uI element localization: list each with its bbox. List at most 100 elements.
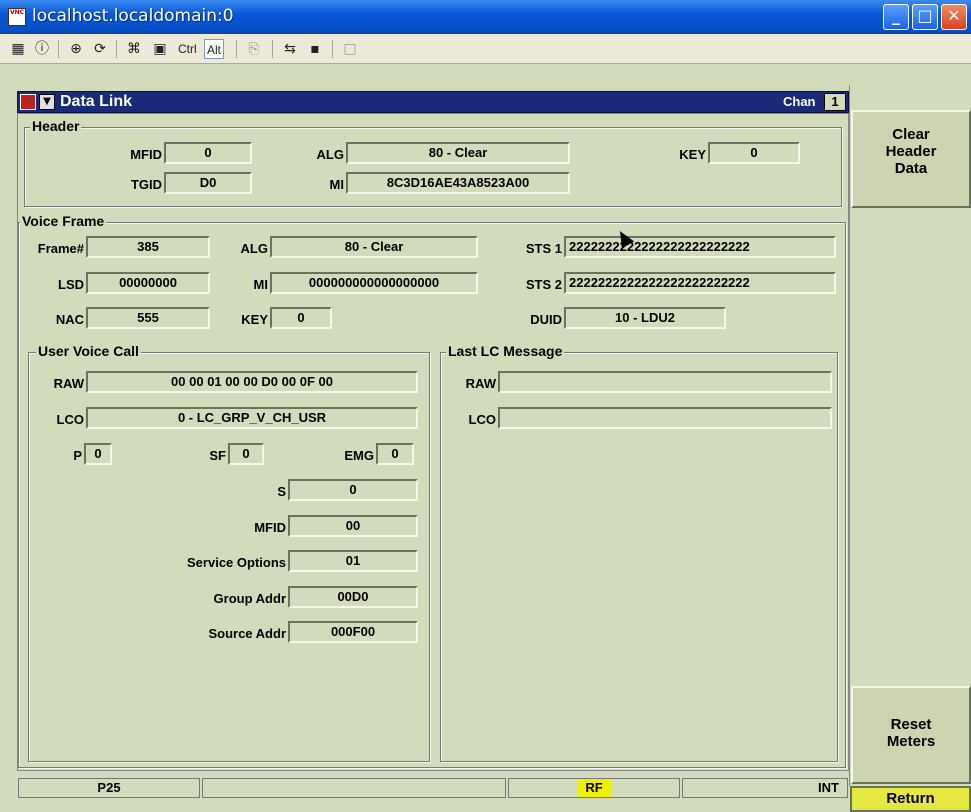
status-mode: P25 bbox=[18, 778, 200, 798]
source-addr-field: 000F00 bbox=[288, 621, 418, 643]
header-mi-label: MI bbox=[329, 177, 344, 192]
status-rf: RF bbox=[577, 779, 611, 797]
sts1-label: STS 1 bbox=[525, 241, 562, 256]
return-button[interactable]: Return bbox=[850, 786, 971, 812]
voice-frame-group-title: Voice Frame bbox=[20, 213, 107, 229]
vf-alg-label: ALG bbox=[240, 241, 268, 256]
clear-header-data-button[interactable]: Clear Header Data bbox=[851, 110, 971, 208]
header-tgid-field: D0 bbox=[164, 172, 252, 194]
p-label: P bbox=[73, 448, 82, 463]
header-alg-field: 80 - Clear bbox=[346, 142, 570, 164]
ctrl-alt-del-icon[interactable]: ⌘ bbox=[124, 39, 144, 59]
window-titlebar: VNC localhost.localdomain:0 _ □ ✕ bbox=[0, 0, 971, 34]
vf-key-label: KEY bbox=[241, 312, 268, 327]
service-options-label: Service Options bbox=[187, 555, 286, 570]
p-field: 0 bbox=[84, 443, 112, 465]
duid-label: DUID bbox=[530, 312, 562, 327]
header-key-label: KEY bbox=[679, 147, 706, 162]
header-mfid-field: 0 bbox=[164, 142, 252, 164]
transfer-files-icon[interactable]: ⇆ bbox=[280, 39, 300, 59]
service-options-field: 01 bbox=[288, 550, 418, 572]
minimize-button[interactable]: _ bbox=[883, 4, 909, 30]
vnc-app-icon: VNC bbox=[8, 8, 26, 26]
last-lc-message-title: Last LC Message bbox=[446, 343, 565, 359]
reset-meters-line-1: Reset bbox=[890, 716, 932, 733]
vf-mi-field: 000000000000000000 bbox=[270, 272, 478, 294]
duid-field: 10 - LDU2 bbox=[564, 307, 726, 329]
chan-label: Chan bbox=[783, 94, 816, 109]
uvc-raw-field: 00 00 01 00 00 D0 00 0F 00 bbox=[86, 371, 418, 393]
copy-clipboard-icon[interactable]: ⎘ bbox=[244, 39, 264, 59]
uvc-raw-label: RAW bbox=[53, 376, 84, 391]
panel-menu-button[interactable]: ▼ bbox=[39, 94, 55, 110]
close-button[interactable]: ✕ bbox=[941, 4, 967, 30]
refresh-icon[interactable]: ⟳ bbox=[90, 39, 110, 59]
options-icon[interactable]: ▦ bbox=[8, 39, 28, 59]
header-key-field: 0 bbox=[708, 142, 800, 164]
reset-meters-line-2: Meters bbox=[886, 733, 936, 750]
window-title: localhost.localdomain:0 bbox=[32, 6, 234, 26]
frame-number-label: Frame# bbox=[37, 241, 84, 256]
header-alg-label: ALG bbox=[316, 147, 344, 162]
uvc-mfid-field: 00 bbox=[288, 515, 418, 537]
clear-header-line-2: Header bbox=[885, 143, 937, 160]
user-voice-call-title: User Voice Call bbox=[36, 343, 141, 359]
header-group-title: Header bbox=[30, 118, 82, 134]
uvc-lco-label: LCO bbox=[56, 412, 84, 427]
reset-meters-button[interactable]: Reset Meters bbox=[851, 686, 971, 784]
sts1-field: 2222222222222222222222222 bbox=[564, 236, 836, 258]
nac-label: NAC bbox=[55, 312, 84, 327]
status-bar: P25 RF INT bbox=[0, 778, 849, 800]
group-addr-label: Group Addr bbox=[213, 591, 286, 606]
uvc-mfid-label: MFID bbox=[254, 520, 286, 535]
lsd-label: LSD bbox=[58, 277, 84, 292]
header-mi-field: 8C3D16AE43A8523A00 bbox=[346, 172, 570, 194]
uvc-lco-field: 0 - LC_GRP_V_CH_USR bbox=[86, 407, 418, 429]
status-int: INT bbox=[682, 778, 848, 798]
vf-mi-label: MI bbox=[253, 277, 268, 292]
last-lc-lco-field bbox=[498, 407, 832, 429]
vf-alg-field: 80 - Clear bbox=[270, 236, 478, 258]
clear-header-line-3: Data bbox=[894, 160, 928, 177]
group-addr-field: 00D0 bbox=[288, 586, 418, 608]
alt-key-button[interactable]: Alt bbox=[204, 39, 225, 59]
panel-titlebar: ▼ Data Link Chan 1 bbox=[17, 91, 849, 113]
last-lc-raw-label: RAW bbox=[465, 376, 496, 391]
source-addr-label: Source Addr bbox=[208, 626, 286, 641]
status-empty-1 bbox=[202, 778, 506, 798]
maximize-button[interactable]: □ bbox=[912, 4, 938, 30]
vnc-toolbar: ▦ ⓘ ⊕ ⟳ ⌘ ▣ Ctrl Alt ⎘ ⇆ ▪ □ bbox=[0, 34, 971, 64]
panel-title: Data Link bbox=[60, 93, 133, 110]
status-rf-cell: RF bbox=[508, 778, 680, 798]
header-mfid-label: MFID bbox=[130, 147, 162, 162]
fullscreen-icon[interactable]: ⊕ bbox=[66, 39, 86, 59]
scale-icon[interactable]: □ bbox=[340, 39, 360, 59]
chan-value: 1 bbox=[824, 93, 846, 111]
frame-number-field: 385 bbox=[86, 236, 210, 258]
header-tgid-label: TGID bbox=[130, 177, 162, 192]
save-icon[interactable]: ▪ bbox=[305, 39, 325, 59]
nac-field: 555 bbox=[86, 307, 210, 329]
sf-field: 0 bbox=[228, 443, 264, 465]
toolbar-separator bbox=[332, 40, 333, 58]
start-menu-icon[interactable]: ▣ bbox=[150, 39, 170, 59]
header-group bbox=[24, 127, 842, 207]
s-field: 0 bbox=[288, 479, 418, 501]
toolbar-separator bbox=[272, 40, 273, 58]
last-lc-lco-label: LCO bbox=[468, 412, 496, 427]
sf-label: SF bbox=[209, 448, 226, 463]
app-area: ▼ Data Link Chan 1 Header MFID 0 ALG 80 … bbox=[0, 64, 971, 812]
last-lc-raw-field bbox=[498, 371, 832, 393]
toolbar-separator bbox=[236, 40, 237, 58]
sts2-field: 2222222222222222222222222 bbox=[564, 272, 836, 294]
panel-system-button[interactable] bbox=[20, 94, 36, 110]
toolbar-separator bbox=[116, 40, 117, 58]
clear-header-line-1: Clear bbox=[892, 126, 930, 143]
toolbar-separator bbox=[58, 40, 59, 58]
sts2-label: STS 2 bbox=[525, 277, 562, 292]
emg-field: 0 bbox=[376, 443, 414, 465]
lsd-field: 00000000 bbox=[86, 272, 210, 294]
ctrl-key-button[interactable]: Ctrl bbox=[176, 39, 199, 59]
emg-label: EMG bbox=[344, 448, 374, 463]
connection-info-icon[interactable]: ⓘ bbox=[32, 39, 52, 59]
